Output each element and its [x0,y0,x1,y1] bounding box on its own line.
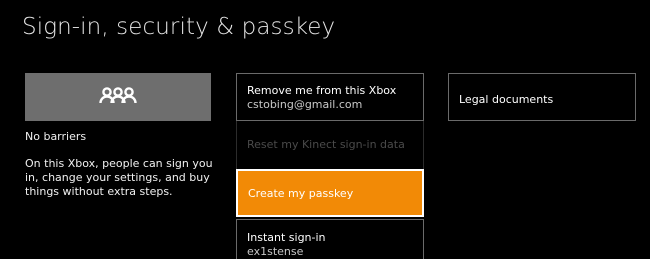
instant-signin-button[interactable]: Instant sign-in ex1stense [236,219,424,259]
remove-me-label: Remove me from this Xbox [247,84,397,97]
create-passkey-label: Create my passkey [248,187,354,200]
settings-page: Sign-in, security & passkey No barriers … [0,0,650,259]
reset-kinect-button[interactable]: Reset my Kinect sign-in data [236,121,424,169]
legal-documents-label: Legal documents [459,93,554,106]
instant-signin-label: Instant sign-in [247,231,326,244]
barrier-level-description: On this Xbox, people can sign you in, ch… [25,157,213,198]
gamertag: ex1stense [247,245,304,258]
account-options-column: Remove me from this Xbox cstobing@gmail.… [236,73,424,259]
create-passkey-button[interactable]: Create my passkey [236,169,424,217]
legal-documents-button[interactable]: Legal documents [448,73,636,121]
account-email: cstobing@gmail.com [247,98,363,111]
remove-me-button[interactable]: Remove me from this Xbox cstobing@gmail.… [236,73,424,121]
reset-kinect-label: Reset my Kinect sign-in data [247,138,405,151]
barrier-level-heading: No barriers [25,130,87,143]
barrier-setting-tile[interactable] [25,73,211,121]
people-group-icon [98,86,138,108]
page-title: Sign-in, security & passkey [22,14,336,40]
